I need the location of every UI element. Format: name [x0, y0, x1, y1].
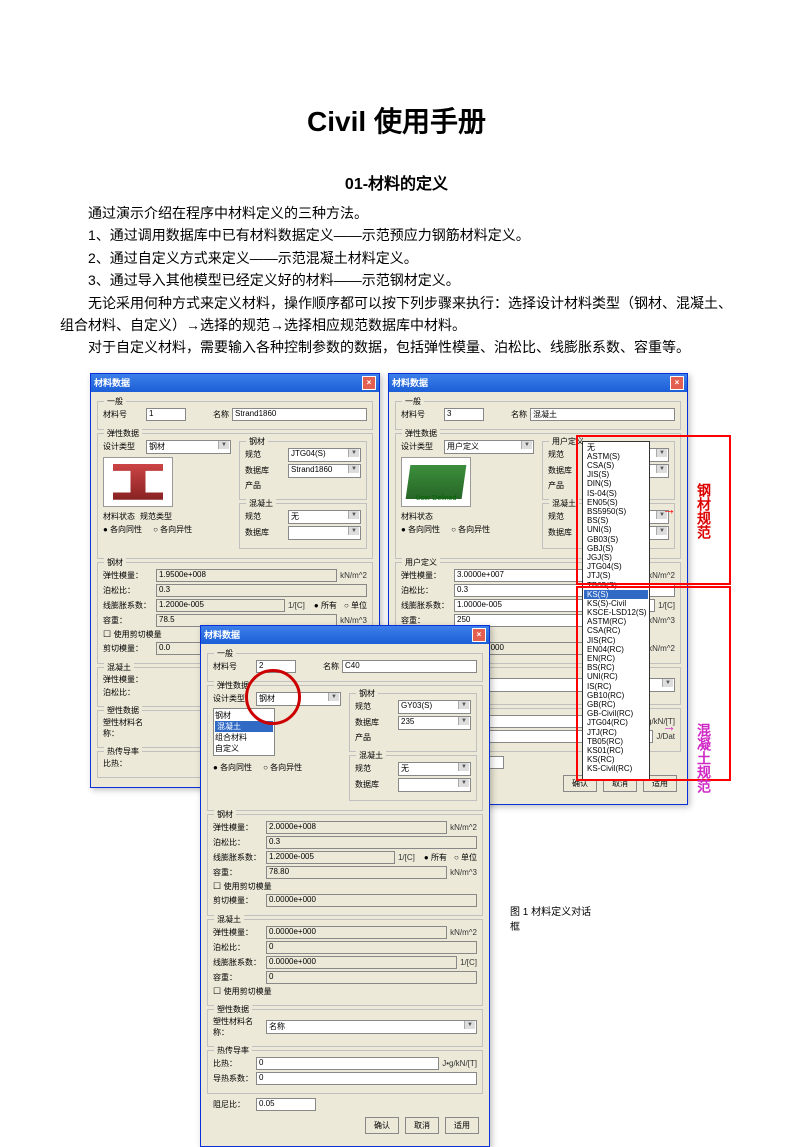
code-option[interactable]: TB05(S) [584, 581, 648, 590]
para-2: 2、通过自定义方式来定义——示范混凝土材料定义。 [60, 247, 733, 269]
para-3: 3、通过导入其他模型已经定义好的材料——示范钢材定义。 [60, 269, 733, 291]
close-icon[interactable]: × [472, 628, 486, 642]
code-option[interactable]: KSCE-LSD12(S) [584, 608, 648, 617]
annotation-concrete: 混凝土规范 [694, 723, 714, 793]
code-option[interactable]: TB05(RC) [584, 737, 648, 746]
close-icon[interactable]: × [670, 376, 684, 390]
code-option[interactable]: 无 [584, 443, 648, 452]
code-option[interactable]: JTJ(S) [584, 571, 648, 580]
code-option[interactable]: BS(S) [584, 516, 648, 525]
code-option[interactable]: GB-Civil(RC) [584, 709, 648, 718]
code-option[interactable]: UNI(S) [584, 525, 648, 534]
titlebar-1[interactable]: 材料数据 × [91, 374, 379, 392]
figure-area: 材料数据 × 一般 材料号 1 名称 Strand1860 弹性数据 设计类型 … [60, 373, 733, 1073]
code-option[interactable]: KS(RC) [584, 755, 648, 764]
apply-button[interactable]: 适用 [445, 1117, 479, 1134]
titlebar-2[interactable]: 材料数据 × [201, 626, 489, 644]
code-option[interactable]: GB03(S) [584, 535, 648, 544]
code-option[interactable]: JIS(S) [584, 470, 648, 479]
code-option[interactable]: GBJ(S) [584, 544, 648, 553]
code-option[interactable]: DIN(S) [584, 479, 648, 488]
matnum-input[interactable]: 1 [146, 408, 186, 421]
code-option[interactable]: JGJ(S) [584, 553, 648, 562]
code-option[interactable]: EN05(S) [584, 498, 648, 507]
code-option[interactable]: KS(S) [584, 590, 648, 599]
db-select[interactable]: Strand1860 [288, 464, 361, 478]
code-option[interactable]: GB(RC) [584, 700, 648, 709]
code-option[interactable]: KS01(RC) [584, 746, 648, 755]
figure-caption: 图 1 材料定义对话 框 [510, 903, 591, 933]
code-option[interactable]: JTG04(RC) [584, 718, 648, 727]
designtype-select-2[interactable]: 钢材 [256, 692, 341, 706]
doc-title: Civil 使用手册 [60, 100, 733, 140]
arrow-icon: → [662, 718, 676, 734]
dialog-title: 材料数据 [94, 376, 130, 389]
code-option[interactable]: BS5950(S) [584, 507, 648, 516]
para-5: 对于自定义材料，需要输入各种控制参数的数据，包括弹性模量、泊松比、线膨胀系数、容… [60, 336, 733, 358]
code-option[interactable]: JTJ(RC) [584, 728, 648, 737]
preview-ibeam [103, 457, 173, 507]
code-option[interactable]: ASTM(S) [584, 452, 648, 461]
code-option[interactable]: IS(RC) [584, 682, 648, 691]
doc-subtitle: 01-材料的定义 [60, 170, 733, 194]
code-select[interactable]: JTG04(S) [288, 448, 361, 462]
code-option[interactable]: UNI(RC) [584, 672, 648, 681]
codes-dropdown[interactable]: 无ASTM(S)CSA(S)JIS(S)DIN(S)IS-04(S)EN05(S… [582, 441, 650, 781]
code-option[interactable]: JTG04(S) [584, 562, 648, 571]
close-icon[interactable]: × [362, 376, 376, 390]
code-option[interactable]: CSA(S) [584, 461, 648, 470]
use-shear-check[interactable]: 使用剪切模量 [103, 629, 162, 640]
code-option[interactable]: KS-Civil(RC) [584, 764, 648, 773]
ortho-radio[interactable]: 各向异性 [153, 524, 192, 535]
para-4: 无论采用何种方式来定义材料，操作顺序都可以按下列步骤来执行：选择设计材料类型（钢… [60, 292, 733, 337]
code-option[interactable]: EN04(RC) [584, 645, 648, 654]
code-option[interactable]: ASTM(RC) [584, 617, 648, 626]
dialog-title: 材料数据 [392, 376, 428, 389]
annotation-steel: 钢材规范 [694, 483, 714, 539]
code-option[interactable]: JIS(RC) [584, 636, 648, 645]
iso-radio[interactable]: 各向同性 [103, 524, 142, 535]
code-option[interactable]: EN(RC) [584, 654, 648, 663]
ok-button[interactable]: 确认 [365, 1117, 399, 1134]
dialog-material-2: 材料数据 × 一般 材料号 2 名称 C40 弹性数据 设计类型 钢材 钢材 混… [200, 625, 490, 1147]
group-elastic: 弹性数据 设计类型 钢材 材料状态 规范类型 各向同性 各向异性 钢材 规范JT… [97, 433, 373, 559]
titlebar-3[interactable]: 材料数据 × [389, 374, 687, 392]
para-intro: 通过演示介绍在程序中材料定义的三种方法。 [60, 202, 733, 224]
designtype-select-3[interactable]: 用户定义 [444, 440, 534, 454]
name-input[interactable]: Strand1860 [232, 408, 367, 421]
code-option[interactable]: CSA(RC) [584, 626, 648, 635]
cancel-button[interactable]: 取消 [405, 1117, 439, 1134]
arrow-icon: → [662, 501, 676, 517]
preview-cuboid: User Defined [401, 457, 471, 507]
code-option[interactable]: GB10(RC) [584, 691, 648, 700]
code-option[interactable]: IS-04(S) [584, 489, 648, 498]
group-general: 一般 材料号 1 名称 Strand1860 [97, 401, 373, 430]
code-option[interactable]: BS(RC) [584, 663, 648, 672]
para-1: 1、通过调用数据库中已有材料数据定义——示范预应力钢筋材料定义。 [60, 224, 733, 246]
type-dropdown-open[interactable]: 钢材 混凝土 组合材料 自定义 [213, 708, 275, 756]
designtype-select[interactable]: 钢材 [146, 440, 231, 454]
code-option[interactable]: KS(S)-Civil [584, 599, 648, 608]
